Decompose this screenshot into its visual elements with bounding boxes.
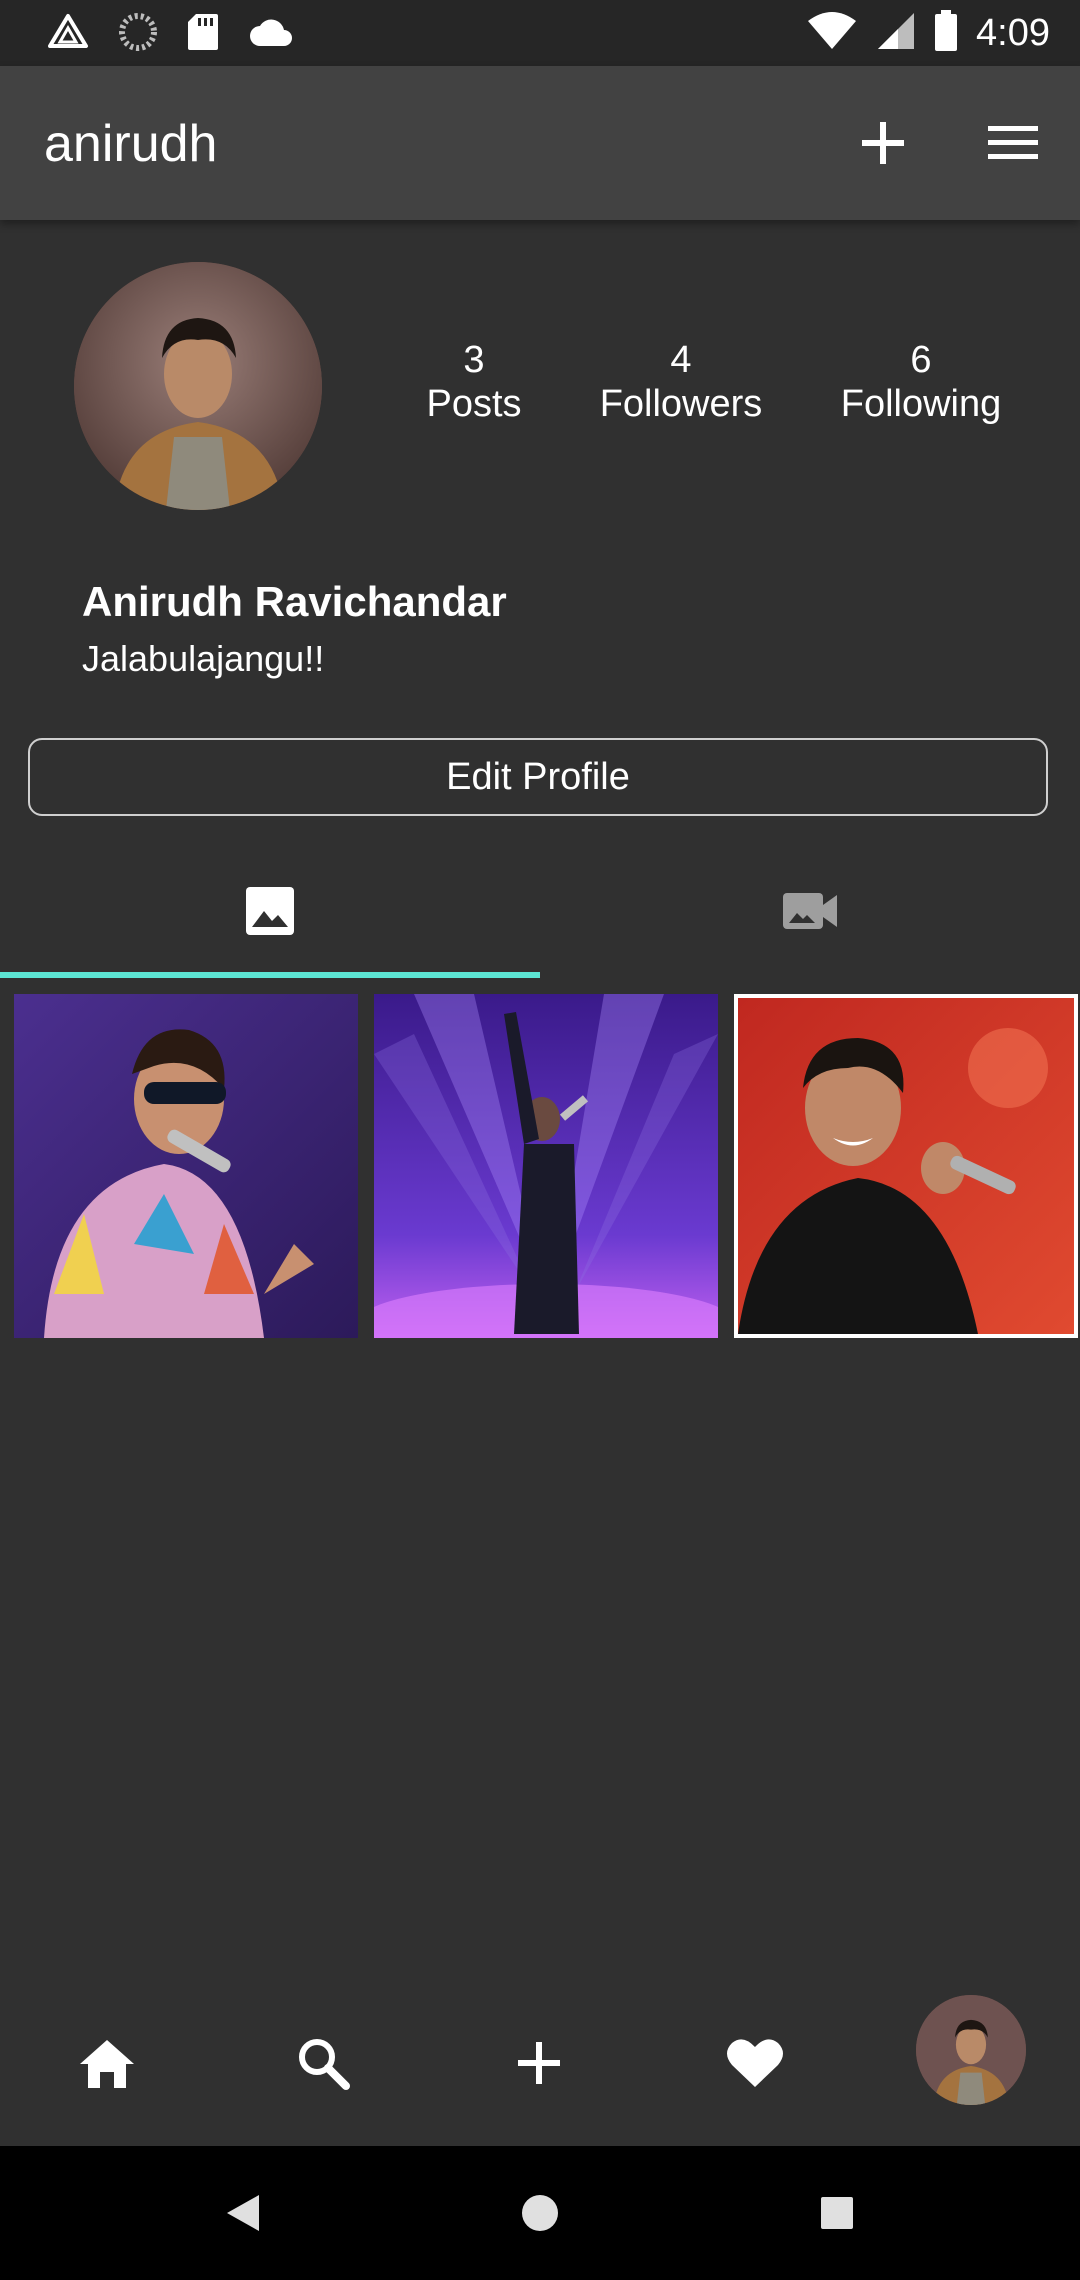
stat-posts-label: Posts [426,383,522,425]
post-thumbnail[interactable] [14,994,358,1338]
stat-followers[interactable]: 4 Followers [586,338,776,426]
stat-posts-count: 3 [463,339,485,381]
add-icon[interactable] [494,2018,584,2108]
stat-followers-count: 4 [670,339,692,381]
wifi-icon [806,11,858,56]
username-title: anirudh [44,115,218,173]
drive-icon [46,12,90,57]
bio-text: Jalabulajangu!! [82,638,325,679]
edit-profile-button[interactable]: Edit Profile [28,738,1048,816]
image-icon [244,885,296,942]
battery-icon [934,9,958,57]
back-icon[interactable] [206,2176,280,2250]
tab-indicator [0,972,540,978]
search-icon[interactable] [278,2018,368,2108]
profile-avatar [74,262,322,510]
app-bar: anirudh [0,66,1080,220]
tab-videos[interactable] [540,850,1080,976]
posts-grid [14,994,1080,1338]
profile-avatar[interactable] [916,1995,1026,2105]
post-thumbnail[interactable] [374,994,718,1338]
menu-icon[interactable] [984,118,1042,168]
home-circle-icon[interactable] [503,2176,577,2250]
stat-followers-label: Followers [599,383,763,425]
signal-icon [876,11,916,56]
heart-icon[interactable] [710,2018,800,2108]
status-time: 4:09 [976,12,1050,54]
stat-following-count: 6 [910,339,932,381]
video-camera-icon [781,889,839,938]
home-icon[interactable] [62,2018,152,2108]
sync-icon [118,12,158,57]
stat-following-label: Following [840,383,1002,425]
stat-posts[interactable]: 3 Posts [414,338,534,426]
stat-following[interactable]: 6 Following [826,338,1016,426]
recents-icon[interactable] [800,2176,874,2250]
sd-card-icon [186,12,220,57]
cloud-icon [248,16,294,53]
post-thumbnail[interactable] [734,994,1078,1338]
plus-icon[interactable] [856,116,910,170]
content-tabs [0,850,1080,980]
system-navigation-bar [0,2146,1080,2280]
tab-photos[interactable] [0,850,540,976]
bottom-navigation [0,1980,1080,2146]
display-name: Anirudh Ravichandar [82,578,507,625]
status-bar: 4:09 [0,0,1080,66]
